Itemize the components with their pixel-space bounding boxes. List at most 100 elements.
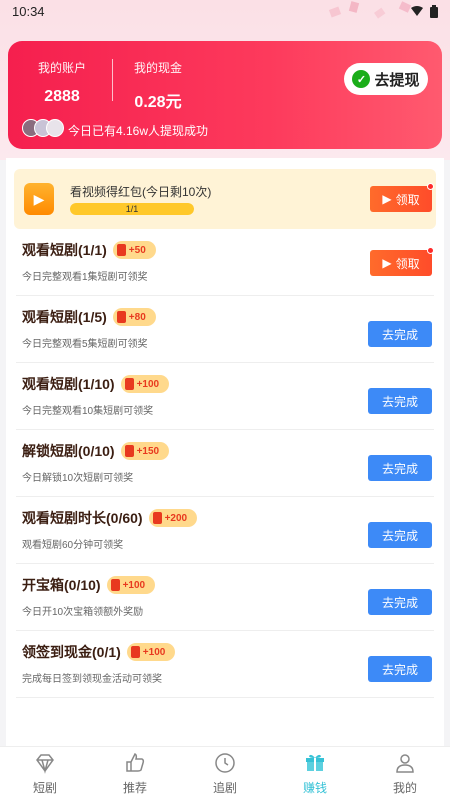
task-go-button[interactable]: 去完成 xyxy=(368,589,432,615)
task-row: 领签到现金(0/1) +100 完成每日签到领现金活动可领奖 去完成 xyxy=(16,632,434,698)
reward-badge: +50 xyxy=(112,241,156,259)
reward-amount: +200 xyxy=(164,512,188,524)
avatar-group xyxy=(22,119,64,137)
tab-recommend[interactable]: 推荐 xyxy=(90,747,180,800)
tab-earn[interactable]: 赚钱 xyxy=(270,747,360,800)
wechat-icon: ✓ xyxy=(352,70,371,88)
reward-badge: +80 xyxy=(112,308,156,326)
notification-dot xyxy=(427,183,434,190)
task-claim-button[interactable]: ▶ 领取 xyxy=(370,250,432,276)
tab-label: 我的 xyxy=(392,781,417,795)
task-go-button[interactable]: 去完成 xyxy=(368,321,432,347)
red-envelope-icon xyxy=(152,512,162,524)
play-icon: ▶ xyxy=(382,192,392,206)
social-proof-text: 今日已有4.16w人提现成功 xyxy=(68,124,209,138)
task-title-text: 观看短剧(1/1) xyxy=(22,242,107,258)
reward-amount: +100 xyxy=(122,579,146,591)
banner-title: 看视频得红包(今日剩10次) xyxy=(70,185,212,199)
task-description: 今日完整观看10集短剧可领奖 xyxy=(22,406,154,417)
task-title-text: 观看短剧时长(0/60) xyxy=(22,510,143,526)
decoration-confetti xyxy=(328,1,412,19)
cash-balance: 我的现金 0.28元 xyxy=(126,59,190,112)
red-envelope-icon xyxy=(124,445,134,457)
task-title-text: 开宝箱(0/10) xyxy=(22,577,101,593)
task-row: 观看短剧时长(0/60) +200 观看短剧60分钟可领奖 去完成 xyxy=(16,498,434,564)
task-title: 观看短剧时长(0/60) +200 xyxy=(22,508,198,528)
task-description: 今日完整观看5集短剧可领奖 xyxy=(22,339,148,350)
video-progress-bar: 1/1 xyxy=(70,203,194,215)
bottom-tab-bar: 短剧 推荐 追剧 赚钱 我的 xyxy=(0,746,450,800)
task-title-text: 观看短剧(1/10) xyxy=(22,376,115,392)
red-envelope-icon xyxy=(130,646,140,658)
task-title: 解锁短剧(0/10) +150 xyxy=(22,441,170,461)
account-balance: 我的账户 2888 xyxy=(30,59,94,106)
red-envelope-icon xyxy=(124,378,134,390)
reward-amount: +100 xyxy=(136,378,160,390)
task-row: 观看短剧(1/10) +100 今日完整观看10集短剧可领奖 去完成 xyxy=(16,364,434,430)
task-title-text: 领签到现金(0/1) xyxy=(22,644,121,660)
task-description: 完成每日签到领现金活动可领奖 xyxy=(22,674,162,685)
task-title: 观看短剧(1/10) +100 xyxy=(22,374,170,394)
tab-profile[interactable]: 我的 xyxy=(360,747,450,800)
clock-icon xyxy=(215,753,235,773)
tab-label: 赚钱 xyxy=(302,781,327,795)
reward-amount: +50 xyxy=(128,244,146,256)
task-description: 今日解锁10次短剧可领奖 xyxy=(22,473,134,484)
claim-label: 领取 xyxy=(395,192,420,207)
task-description: 今日完整观看1集短剧可领奖 xyxy=(22,272,148,283)
task-description: 今日开10次宝箱领额外奖励 xyxy=(22,607,144,618)
withdraw-button[interactable]: ✓ 去提现 xyxy=(344,63,428,95)
task-title: 观看短剧(1/5) +80 xyxy=(22,307,156,327)
account-value: 2888 xyxy=(44,88,80,105)
task-go-button[interactable]: 去完成 xyxy=(368,522,432,548)
task-row: 观看短剧(1/1) +50 今日完整观看1集短剧可领奖 ▶ 领取 xyxy=(16,230,434,296)
video-play-icon: ▶ xyxy=(24,183,54,215)
task-row: 解锁短剧(0/10) +150 今日解锁10次短剧可领奖 去完成 xyxy=(16,431,434,497)
status-time: 10:34 xyxy=(12,3,45,19)
task-title: 观看短剧(1/1) +50 xyxy=(22,240,156,260)
withdraw-label: 去提现 xyxy=(374,71,420,89)
reward-badge: +100 xyxy=(126,643,176,661)
task-title-text: 观看短剧(1/5) xyxy=(22,309,107,325)
account-card: 我的账户 2888 我的现金 0.28元 ✓ 去提现 今日已有4.16w人提现成… xyxy=(8,41,442,149)
gift-icon xyxy=(306,754,324,771)
account-divider xyxy=(112,59,113,101)
red-envelope-icon xyxy=(110,579,120,591)
reward-badge: +150 xyxy=(120,442,170,460)
tab-following[interactable]: 追剧 xyxy=(180,747,270,800)
tab-dramas[interactable]: 短剧 xyxy=(0,747,90,800)
diamond-icon xyxy=(36,754,54,774)
task-title-text: 解锁短剧(0/10) xyxy=(22,443,115,459)
video-claim-button[interactable]: ▶ 领取 xyxy=(370,186,432,212)
reward-badge: +200 xyxy=(148,509,198,527)
notification-dot xyxy=(427,247,434,254)
tab-label: 追剧 xyxy=(212,781,237,795)
task-go-button[interactable]: 去完成 xyxy=(368,455,432,481)
task-row: 开宝箱(0/10) +100 今日开10次宝箱领额外奖励 去完成 xyxy=(16,565,434,631)
task-go-button[interactable]: 去完成 xyxy=(368,388,432,414)
claim-label: 领取 xyxy=(395,256,420,271)
red-envelope-icon xyxy=(116,244,126,256)
task-description: 观看短剧60分钟可领奖 xyxy=(22,540,124,551)
red-envelope-icon xyxy=(116,311,126,323)
progress-text: 1/1 xyxy=(125,204,139,214)
task-go-button[interactable]: 去完成 xyxy=(368,656,432,682)
video-reward-banner: ▶ 看视频得红包(今日剩10次) 1/1 ▶ 领取 xyxy=(14,169,436,229)
play-icon: ▶ xyxy=(382,256,392,270)
reward-amount: +100 xyxy=(142,646,166,658)
thumbs-up-icon xyxy=(126,752,145,772)
reward-amount: +80 xyxy=(128,311,146,323)
avatar xyxy=(46,119,64,137)
account-label: 我的账户 xyxy=(37,61,86,75)
task-title: 开宝箱(0/10) +100 xyxy=(22,575,156,595)
reward-badge: +100 xyxy=(106,576,156,594)
reward-amount: +150 xyxy=(136,445,160,457)
tab-label: 短剧 xyxy=(32,781,57,795)
reward-badge: +100 xyxy=(120,375,170,393)
task-title: 领签到现金(0/1) +100 xyxy=(22,642,176,662)
cash-value: 0.28元 xyxy=(134,94,182,111)
task-row: 观看短剧(1/5) +80 今日完整观看5集短剧可领奖 去完成 xyxy=(16,297,434,363)
task-panel: ▶ 看视频得红包(今日剩10次) 1/1 ▶ 领取 观看短剧(1/1) +50 今日… xyxy=(6,158,444,746)
tab-label: 推荐 xyxy=(122,781,147,795)
profile-icon xyxy=(396,754,414,773)
